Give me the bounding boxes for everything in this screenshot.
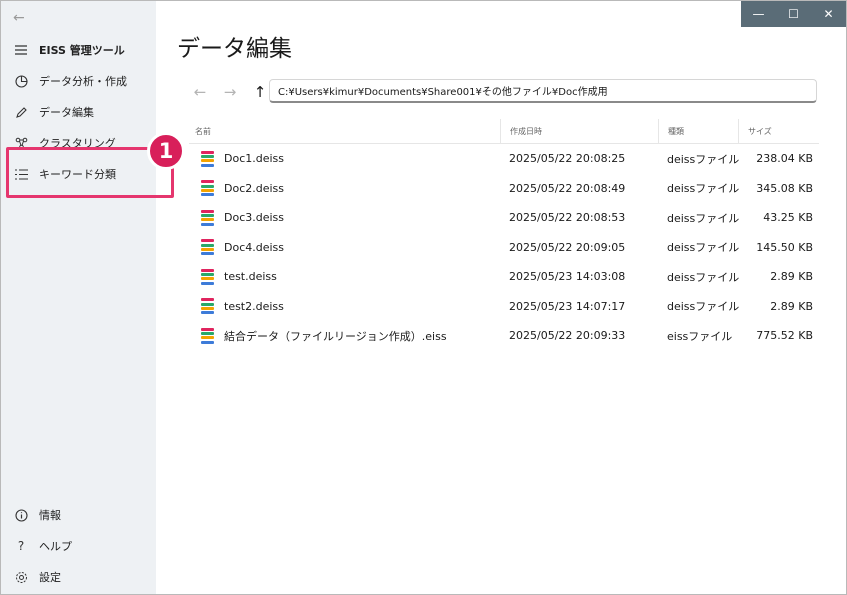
gear-icon <box>13 571 29 584</box>
file-icon <box>201 268 214 285</box>
info-icon <box>13 508 29 522</box>
file-size: 2.89 KB <box>770 270 813 284</box>
file-date: 2025/05/23 14:07:17 <box>509 299 626 313</box>
file-type: eissファイル <box>667 329 733 343</box>
table-row[interactable]: test2.deiss 2025/05/23 14:07:17 deissファイル 2… <box>189 292 819 322</box>
file-size: 145.50 KB <box>756 240 813 254</box>
back-arrow-icon[interactable]: ← <box>13 10 25 26</box>
file-date: 2025/05/23 14:03:08 <box>509 270 626 284</box>
app-window: ← EISS 管理ツール データ分析・作成 データ編集 クラスタリング キーワー… <box>0 0 847 595</box>
column-header-date[interactable]: 作成日時 <box>500 119 660 143</box>
file-icon <box>201 298 214 315</box>
page-title: データ編集 <box>177 36 292 62</box>
sidebar-item-settings[interactable]: 設定 <box>1 563 156 591</box>
folder-nav: ← → ↑ <box>191 83 269 101</box>
file-size: 775.52 KB <box>756 329 813 343</box>
app-title: EISS 管理ツール <box>39 44 125 57</box>
file-name: Doc3.deiss <box>224 211 285 225</box>
file-name: test.deiss <box>224 270 277 284</box>
window-controls: — ☐ ✕ <box>741 1 846 27</box>
table-row[interactable]: 結合データ（ファイルリージョン作成）.eiss 2025/05/22 20:09:… <box>189 321 819 351</box>
file-type: deissファイル <box>667 270 740 284</box>
file-list: Doc1.deiss 2025/05/22 20:08:25 deissファイル 23… <box>189 144 819 351</box>
file-date: 2025/05/22 20:08:49 <box>509 181 626 195</box>
table-row[interactable]: Doc1.deiss 2025/05/22 20:08:25 deissファイル 23… <box>189 144 819 174</box>
close-button[interactable]: ✕ <box>811 1 846 27</box>
sidebar-item-edit[interactable]: データ編集 <box>1 98 156 126</box>
hamburger-menu-icon[interactable] <box>13 45 29 55</box>
help-icon: ? <box>17 539 25 553</box>
file-name: Doc4.deiss <box>224 240 285 254</box>
sidebar-item-label: 情報 <box>39 509 61 522</box>
minimize-button[interactable]: — <box>741 1 776 27</box>
file-icon <box>201 239 214 256</box>
sidebar-item-label: 設定 <box>39 571 61 584</box>
sidebar: ← EISS 管理ツール データ分析・作成 データ編集 クラスタリング キーワー… <box>1 1 156 594</box>
file-type: deissファイル <box>667 152 740 166</box>
chart-pie-icon <box>13 74 29 88</box>
file-name: Doc1.deiss <box>224 152 285 166</box>
file-size: 238.04 KB <box>756 152 813 166</box>
file-name-cell: 結合データ（ファイルリージョン作成）.eiss <box>201 321 447 351</box>
maximize-button[interactable]: ☐ <box>776 1 811 27</box>
column-header-name[interactable]: 名前 <box>195 119 211 143</box>
callout-number-badge: 1 <box>147 132 185 170</box>
file-size: 43.25 KB <box>763 211 813 225</box>
sidebar-item-label: ヘルプ <box>39 540 72 553</box>
table-row[interactable]: Doc2.deiss 2025/05/22 20:08:49 deissファイル 34… <box>189 174 819 204</box>
file-icon <box>201 209 214 226</box>
file-name: 結合データ（ファイルリージョン作成）.eiss <box>224 329 447 343</box>
file-type: deissファイル <box>667 211 740 225</box>
table-row[interactable]: test.deiss 2025/05/23 14:03:08 deissファイル 2.… <box>189 262 819 292</box>
table-row[interactable]: Doc4.deiss 2025/05/22 20:09:05 deissファイル 14… <box>189 233 819 263</box>
file-date: 2025/05/22 20:09:33 <box>509 329 626 343</box>
file-name: Doc2.deiss <box>224 181 285 195</box>
file-type: deissファイル <box>667 182 740 196</box>
file-size: 345.08 KB <box>756 181 813 195</box>
up-icon[interactable]: ↑ <box>251 83 269 101</box>
table-row[interactable]: Doc3.deiss 2025/05/22 20:08:53 deissファイル 43… <box>189 203 819 233</box>
file-name-cell: test2.deiss <box>201 292 284 322</box>
file-name-cell: Doc2.deiss <box>201 174 284 204</box>
file-table: 名前 作成日時 種類 サイズ Doc1.deiss 2025/05/22 20:0… <box>189 119 819 351</box>
file-icon <box>201 180 214 197</box>
file-size: 2.89 KB <box>770 299 813 313</box>
sidebar-item-analysis[interactable]: データ分析・作成 <box>1 67 156 95</box>
sidebar-item-label: データ編集 <box>39 106 94 119</box>
file-date: 2025/05/22 20:08:53 <box>509 211 626 225</box>
path-input[interactable]: C:¥Users¥kimur¥Documents¥Share001¥その他ファイ… <box>269 79 817 103</box>
file-date: 2025/05/22 20:09:05 <box>509 240 626 254</box>
sidebar-item-help[interactable]: ? ヘルプ <box>1 532 156 560</box>
file-name-cell: Doc3.deiss <box>201 203 284 233</box>
forward-icon[interactable]: → <box>221 83 239 101</box>
pencil-icon <box>13 106 29 119</box>
sidebar-item-info[interactable]: 情報 <box>1 501 156 529</box>
file-type: deissファイル <box>667 300 740 314</box>
sidebar-item-label: データ分析・作成 <box>39 75 127 88</box>
file-name-cell: test.deiss <box>201 262 277 292</box>
file-date: 2025/05/22 20:08:25 <box>509 152 626 166</box>
file-name-cell: Doc4.deiss <box>201 233 284 263</box>
file-icon <box>201 327 214 344</box>
file-name-cell: Doc1.deiss <box>201 144 284 174</box>
app-title-row[interactable]: EISS 管理ツール <box>1 36 156 64</box>
file-icon <box>201 150 214 167</box>
file-name: test2.deiss <box>224 299 284 313</box>
file-type: deissファイル <box>667 241 740 255</box>
column-header-size[interactable]: サイズ <box>738 119 818 143</box>
column-header-type[interactable]: 種類 <box>658 119 740 143</box>
back-icon[interactable]: ← <box>191 83 209 101</box>
table-header: 名前 作成日時 種類 サイズ <box>189 119 819 144</box>
